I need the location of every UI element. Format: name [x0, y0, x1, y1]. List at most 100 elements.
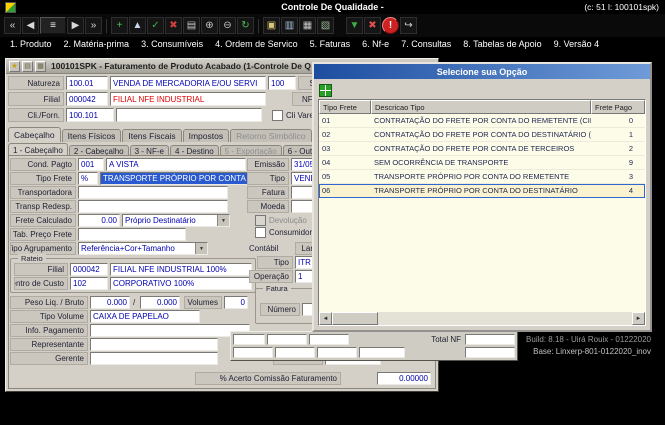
menu-item-consumiveis[interactable]: 3. Consumíveis — [135, 39, 209, 49]
up-icon[interactable]: ▲ — [129, 17, 146, 34]
tab-preco-frete-field[interactable] — [78, 228, 186, 241]
freight-type-row[interactable]: 02 CONTRATAÇÃO DO FRETE POR CONTA DO DES… — [319, 128, 645, 142]
menu-item-consultas[interactable]: 7. Consultas — [395, 39, 457, 49]
tipo-agrupamento-select[interactable]: Referência+Cor+Tamanho — [78, 242, 208, 255]
menu-item-tabelas-de-apoio[interactable]: 8. Tabelas de Apoio — [457, 39, 547, 49]
menu-item-versao-4[interactable]: 9. Versão 4 — [548, 39, 606, 49]
freight-type-row-selected[interactable]: 06 TRANSPORTE PRÓPRIO POR CONTA DO DESTI… — [319, 184, 645, 198]
first-record-icon[interactable]: « — [4, 17, 21, 34]
volumes-field[interactable]: 0 — [224, 296, 248, 309]
info-pagamento-field[interactable] — [90, 324, 250, 337]
calculator-icon[interactable]: ▦ — [299, 17, 316, 34]
alert-icon[interactable]: ! — [382, 17, 399, 34]
dialog-titlebar[interactable]: Selecione sua Opção — [314, 64, 650, 79]
transportadora-field[interactable] — [78, 186, 228, 199]
scroll-right-icon[interactable] — [632, 312, 645, 325]
last-record-icon[interactable]: » — [85, 17, 102, 34]
devolucao-checkbox[interactable]: Devolução — [255, 215, 307, 226]
filter-icon[interactable]: ▼ — [346, 17, 363, 34]
tipo-frete-desc-field[interactable]: TRANSPORTE PRÓPRIO POR CONTA D — [100, 172, 250, 185]
menu-item-nfe[interactable]: 6. Nf-e — [356, 39, 395, 49]
freight-pago-cell: 1 — [591, 128, 645, 141]
cond-pagto-desc-field[interactable]: A VISTA — [106, 158, 246, 171]
documents-icon[interactable]: ▥ — [281, 17, 298, 34]
cond-pagto-code-field[interactable]: 001 — [78, 158, 104, 171]
checkbox-icon[interactable] — [255, 227, 266, 238]
menu-item-faturas[interactable]: 5. Faturas — [304, 39, 357, 49]
tab-cabecalho[interactable]: Cabeçalho — [8, 127, 61, 142]
horizontal-scrollbar[interactable] — [319, 312, 645, 325]
cli-forn-desc-field[interactable] — [116, 108, 262, 122]
chart-icon[interactable]: ▧ — [317, 17, 334, 34]
add-icon[interactable]: + — [111, 17, 128, 34]
natureza-desc-field[interactable]: VENDA DE MERCADORIA E/OU SERVI — [110, 76, 266, 90]
zoom-out-icon[interactable]: ⊖ — [219, 17, 236, 34]
representante-field[interactable] — [90, 338, 218, 351]
scroll-left-icon[interactable] — [319, 312, 332, 325]
window-tool-star-icon[interactable]: ★ — [9, 61, 20, 72]
menu-item-materia-prima[interactable]: 2. Matéria-prima — [58, 39, 136, 49]
tab-itens-fisicos[interactable]: Itens Físicos — [62, 129, 122, 142]
tipo-frete-code-field[interactable]: % — [78, 172, 98, 185]
tab-retorno-simbolico[interactable]: Retorno Simbólico — [230, 129, 311, 142]
scrollbar-thumb[interactable] — [332, 312, 378, 325]
cli-forn-code-field[interactable]: 100.101 — [66, 108, 114, 122]
freight-type-row[interactable]: 01 CONTRATAÇÃO DO FRETE POR CONTA DO REM… — [319, 114, 645, 128]
total-nf-field[interactable] — [465, 334, 515, 345]
filial-desc-field[interactable]: FILIAL NFE INDUSTRIAL — [110, 92, 266, 106]
centro-custo-desc-field[interactable]: CORPORATIVO 100% — [110, 277, 252, 290]
total-field[interactable] — [275, 347, 315, 358]
natureza-code-field[interactable]: 100.01 — [66, 76, 108, 90]
column-header-descricao-tipo[interactable]: Descricao Tipo — [371, 100, 591, 114]
column-header-tipo-frete[interactable]: Tipo Frete — [319, 100, 371, 114]
window-tool-print-icon[interactable]: ▤ — [22, 61, 33, 72]
record-list-icon[interactable]: ≡ — [40, 17, 66, 34]
transp-redesp-field[interactable] — [78, 200, 228, 213]
previous-record-icon[interactable]: ◀ — [22, 17, 39, 34]
menu-item-produto[interactable]: 1. Produto — [4, 39, 58, 49]
total-field[interactable] — [267, 334, 307, 345]
freight-type-row[interactable]: 04 SEM OCORRÊNCIA DE TRANSPORTE 9 — [319, 156, 645, 170]
app-title: Controle De Qualidade - — [0, 2, 665, 12]
total-field[interactable] — [233, 334, 265, 345]
rateio-filial-code-field[interactable]: 000042 — [70, 263, 108, 276]
rateio-filial-desc-field[interactable]: FILIAL NFE INDUSTRIAL 100% — [110, 263, 252, 276]
exit-app-icon[interactable]: ↪ — [400, 17, 417, 34]
total-field[interactable] — [359, 347, 405, 358]
next-record-icon[interactable]: ▶ — [67, 17, 84, 34]
tipo-volume-field[interactable]: CAIXA DE PAPELAO — [90, 310, 200, 323]
total-field[interactable] — [233, 347, 273, 358]
peso-liq-field[interactable]: 0.000 — [90, 296, 130, 309]
chevron-down-icon[interactable] — [217, 215, 229, 226]
menu-item-ordem-de-servico[interactable]: 4. Ordem de Servico — [209, 39, 304, 49]
tab-itens-fiscais[interactable]: Itens Fiscais — [122, 129, 181, 142]
total-field[interactable] — [465, 347, 515, 358]
tab-impostos[interactable]: Impostos — [183, 129, 230, 142]
frete-tipo-select[interactable]: Próprio Destinatário — [122, 214, 230, 227]
confirm-icon[interactable]: ✓ — [147, 17, 164, 34]
checkbox-icon[interactable] — [272, 110, 283, 121]
freight-type-row[interactable]: 05 TRANSPORTE PRÓPRIO POR CONTA DO REMET… — [319, 170, 645, 184]
scrollbar-track[interactable] — [378, 312, 632, 325]
cancel-icon[interactable]: ✖ — [165, 17, 182, 34]
filial-code-field[interactable]: 000042 — [66, 92, 108, 106]
column-header-frete-pago[interactable]: Frete Pago — [591, 100, 645, 114]
total-field[interactable] — [317, 347, 357, 358]
freight-type-row[interactable]: 03 CONTRATAÇÃO DO FRETE POR CONTA DE TER… — [319, 142, 645, 156]
zoom-in-icon[interactable]: ⊕ — [201, 17, 218, 34]
gerente-field[interactable] — [90, 352, 218, 365]
delete-icon[interactable]: ✖ — [364, 17, 381, 34]
peso-bruto-field[interactable]: 0.000 — [140, 296, 180, 309]
chevron-down-icon[interactable] — [195, 243, 207, 254]
print-icon[interactable]: ▤ — [183, 17, 200, 34]
centro-custo-code-field[interactable]: 102 — [70, 277, 108, 290]
acerto-comissao-field[interactable]: 0.00000 — [377, 372, 431, 385]
exit-icon[interactable] — [319, 84, 332, 97]
contabil-tipo-label: Tipo — [257, 256, 293, 269]
natureza-num-field[interactable]: 100 — [268, 76, 296, 90]
frete-calculado-field[interactable]: 0.00 — [78, 214, 120, 227]
window-tool-grid-icon[interactable]: ▦ — [35, 61, 46, 72]
refresh-icon[interactable]: ↻ — [237, 17, 254, 34]
copy-icon[interactable]: ▣ — [263, 17, 280, 34]
checkbox-icon[interactable] — [255, 215, 266, 226]
